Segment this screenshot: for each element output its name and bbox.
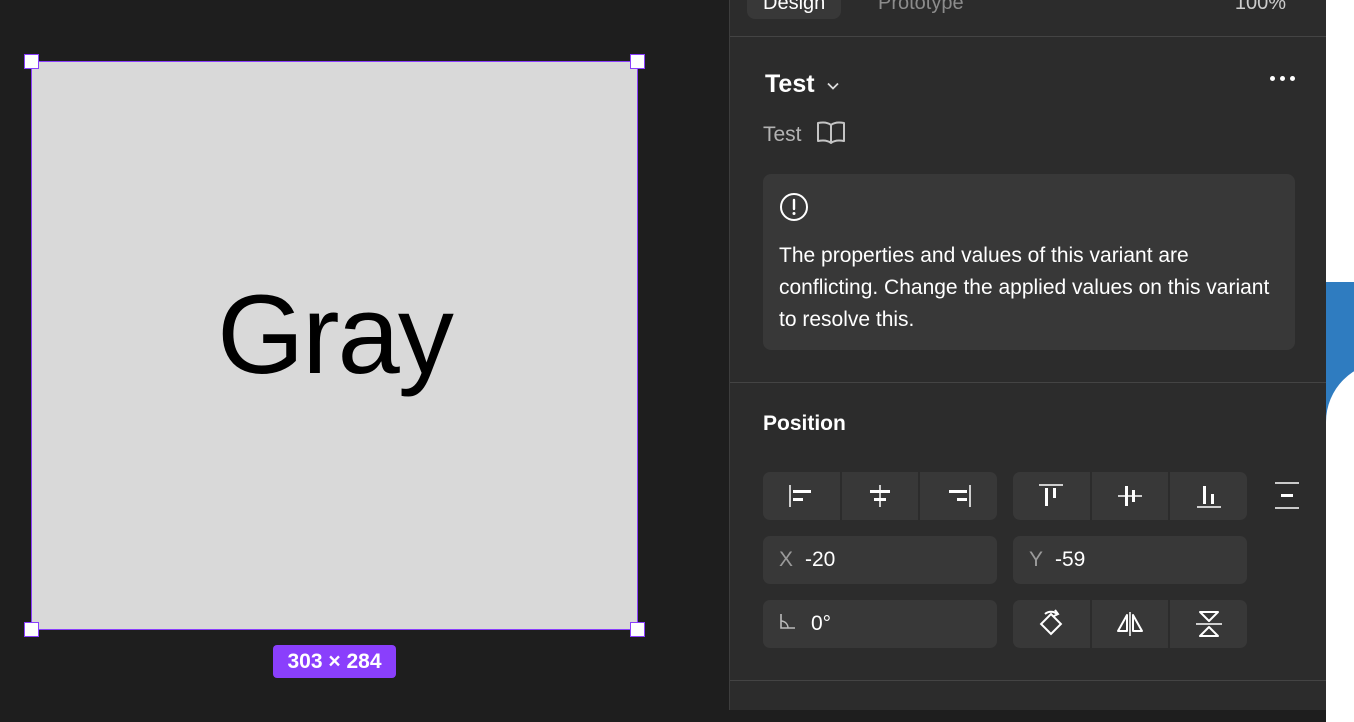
flip-horizontal-icon[interactable] [1092, 600, 1171, 648]
canvas[interactable]: Gray 303 × 284 [0, 0, 729, 710]
align-bottom-icon[interactable] [1170, 472, 1247, 520]
selected-frame[interactable]: Gray [31, 61, 638, 630]
flip-vertical-icon[interactable] [1170, 600, 1247, 648]
component-title[interactable]: Test [765, 70, 839, 99]
divider [730, 382, 1326, 383]
warning-circle-icon [779, 192, 809, 227]
rotate-icon[interactable] [1013, 600, 1092, 648]
rotation-field[interactable]: 0° [763, 600, 997, 648]
y-label: Y [1029, 548, 1044, 571]
background-window-edge-arc [1326, 362, 1354, 722]
align-top-icon[interactable] [1013, 472, 1092, 520]
component-name: Test [765, 70, 815, 98]
vertical-align-group [1013, 472, 1247, 520]
align-vertical-center-icon[interactable] [1092, 472, 1171, 520]
resize-handle-bottom-left[interactable] [24, 622, 39, 637]
variant-conflict-warning: The properties and values of this varian… [763, 174, 1295, 350]
design-panel: Design Prototype 100% Test Test The prop… [729, 0, 1326, 710]
rotation-value[interactable]: 0° [811, 612, 831, 636]
x-label: X [779, 548, 794, 571]
x-value[interactable]: -20 [805, 548, 835, 572]
component-subtitle: Test [763, 120, 846, 150]
tab-design[interactable]: Design [747, 0, 842, 19]
more-icon[interactable] [1270, 76, 1295, 81]
distribute-icon[interactable] [1273, 480, 1301, 517]
horizontal-align-group [763, 472, 997, 520]
book-icon[interactable] [816, 120, 846, 150]
resize-handle-top-right[interactable] [630, 54, 645, 69]
zoom-level[interactable]: 100% [1235, 0, 1286, 19]
frame-text: Gray [217, 272, 454, 397]
component-set-name: Test [763, 123, 802, 146]
resize-handle-bottom-right[interactable] [630, 622, 645, 637]
align-left-icon[interactable] [763, 472, 842, 520]
position-section-title: Position [763, 412, 846, 435]
tab-prototype[interactable]: Prototype [862, 0, 980, 19]
align-horizontal-center-icon[interactable] [842, 472, 921, 520]
x-position-field[interactable]: X -20 [763, 536, 997, 584]
y-value[interactable]: -59 [1055, 548, 1085, 572]
angle-icon [763, 612, 811, 636]
transform-group [1013, 600, 1247, 648]
chevron-down-icon[interactable] [826, 77, 839, 93]
panel-tabs: Design Prototype 100% [730, 0, 1326, 37]
divider [730, 680, 1326, 681]
resize-handle-top-left[interactable] [24, 54, 39, 69]
y-position-field[interactable]: Y -59 [1013, 536, 1247, 584]
warning-text: The properties and values of this varian… [779, 244, 1270, 331]
align-right-icon[interactable] [920, 472, 997, 520]
size-badge: 303 × 284 [273, 645, 396, 678]
